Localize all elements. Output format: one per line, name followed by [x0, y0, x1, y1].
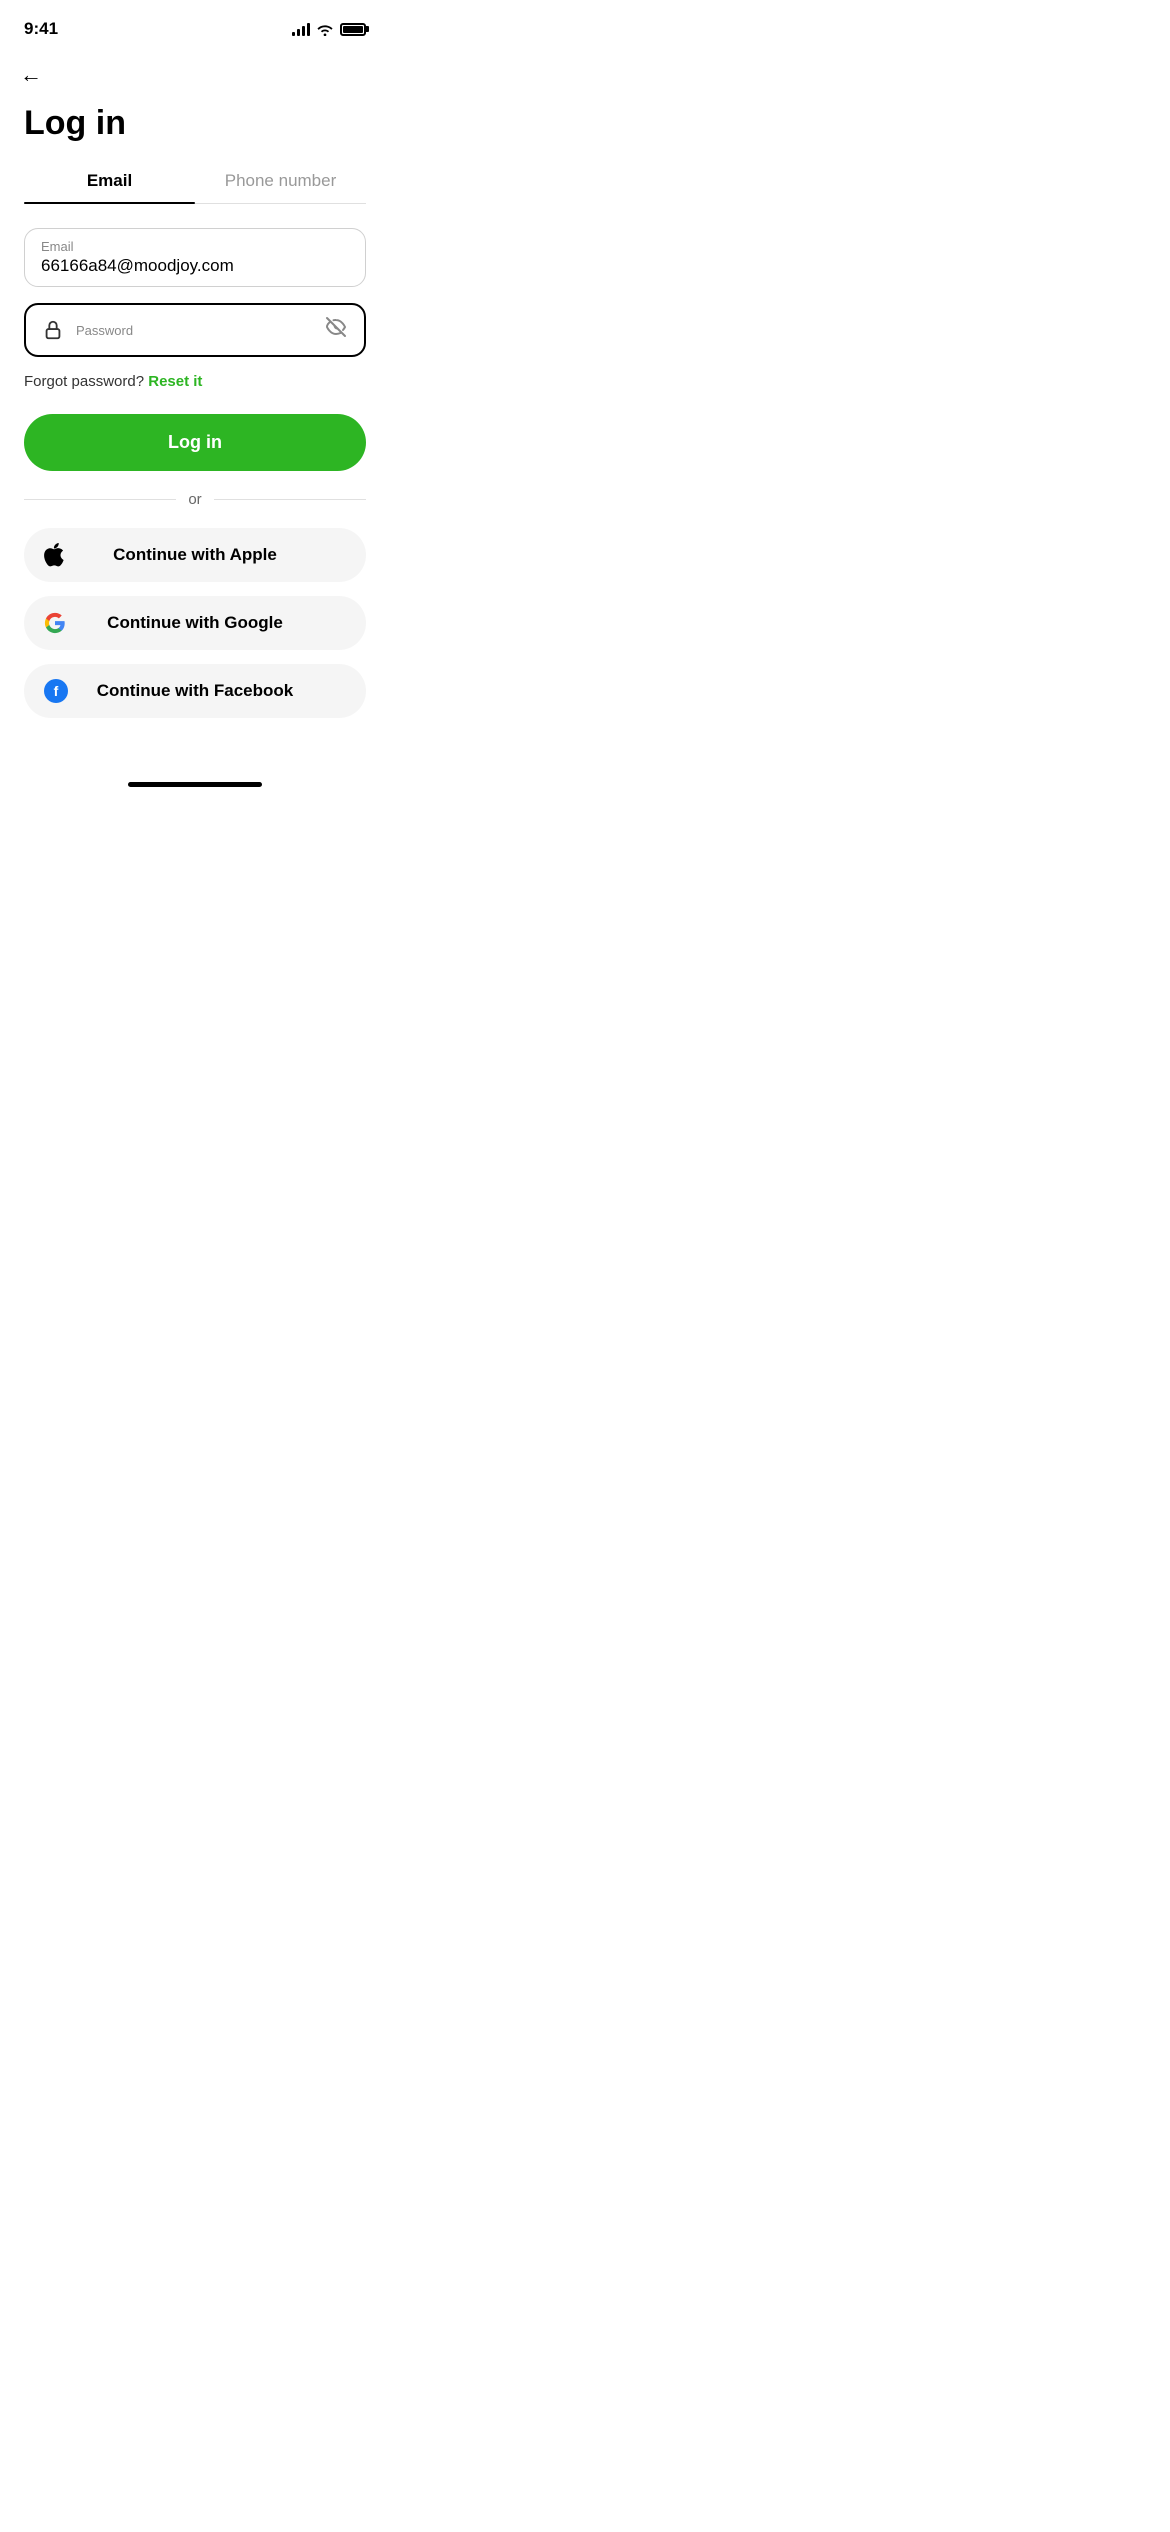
- apple-button-label: Continue with Apple: [113, 545, 277, 565]
- email-label: Email: [41, 239, 349, 254]
- google-login-button[interactable]: Continue with Google: [24, 596, 366, 650]
- divider-line-left: [24, 499, 176, 500]
- forgot-password-text: Forgot password?: [24, 373, 144, 390]
- email-value: 66166a84@moodjoy.com: [41, 256, 349, 276]
- home-bar: [128, 782, 262, 787]
- google-icon: [44, 612, 66, 634]
- status-icons: [292, 22, 366, 36]
- divider-line-right: [214, 499, 366, 500]
- home-indicator: [0, 772, 390, 795]
- email-input-group[interactable]: Email 66166a84@moodjoy.com: [24, 228, 366, 287]
- back-arrow-icon: ←: [20, 62, 42, 87]
- forgot-password-row: Forgot password? Reset it: [24, 373, 366, 390]
- facebook-icon: f: [44, 679, 68, 703]
- apple-icon: [44, 543, 64, 567]
- apple-login-button[interactable]: Continue with Apple: [24, 528, 366, 582]
- battery-icon: [340, 23, 366, 36]
- page-title: Log in: [24, 104, 366, 143]
- login-tabs: Email Phone number: [24, 171, 366, 204]
- password-inner: Password: [76, 323, 324, 338]
- signal-icon: [292, 22, 310, 36]
- password-visibility-toggle[interactable]: [324, 315, 348, 345]
- status-time: 9:41: [24, 19, 58, 39]
- reset-link[interactable]: Reset it: [148, 373, 202, 390]
- back-button[interactable]: ←: [0, 50, 390, 96]
- password-label: Password: [76, 323, 324, 338]
- google-button-label: Continue with Google: [107, 613, 283, 633]
- main-content: Log in Email Phone number Email 66166a84…: [0, 96, 390, 772]
- lock-icon: [42, 319, 64, 341]
- status-bar: 9:41: [0, 0, 390, 50]
- login-button[interactable]: Log in: [24, 414, 366, 471]
- or-text: or: [188, 491, 201, 508]
- tab-phone[interactable]: Phone number: [195, 171, 366, 203]
- facebook-button-label: Continue with Facebook: [97, 681, 293, 701]
- password-input-group[interactable]: Password: [24, 303, 366, 357]
- wifi-icon: [316, 22, 334, 36]
- facebook-login-button[interactable]: f Continue with Facebook: [24, 664, 366, 718]
- or-divider: or: [24, 491, 366, 508]
- tab-email[interactable]: Email: [24, 171, 195, 203]
